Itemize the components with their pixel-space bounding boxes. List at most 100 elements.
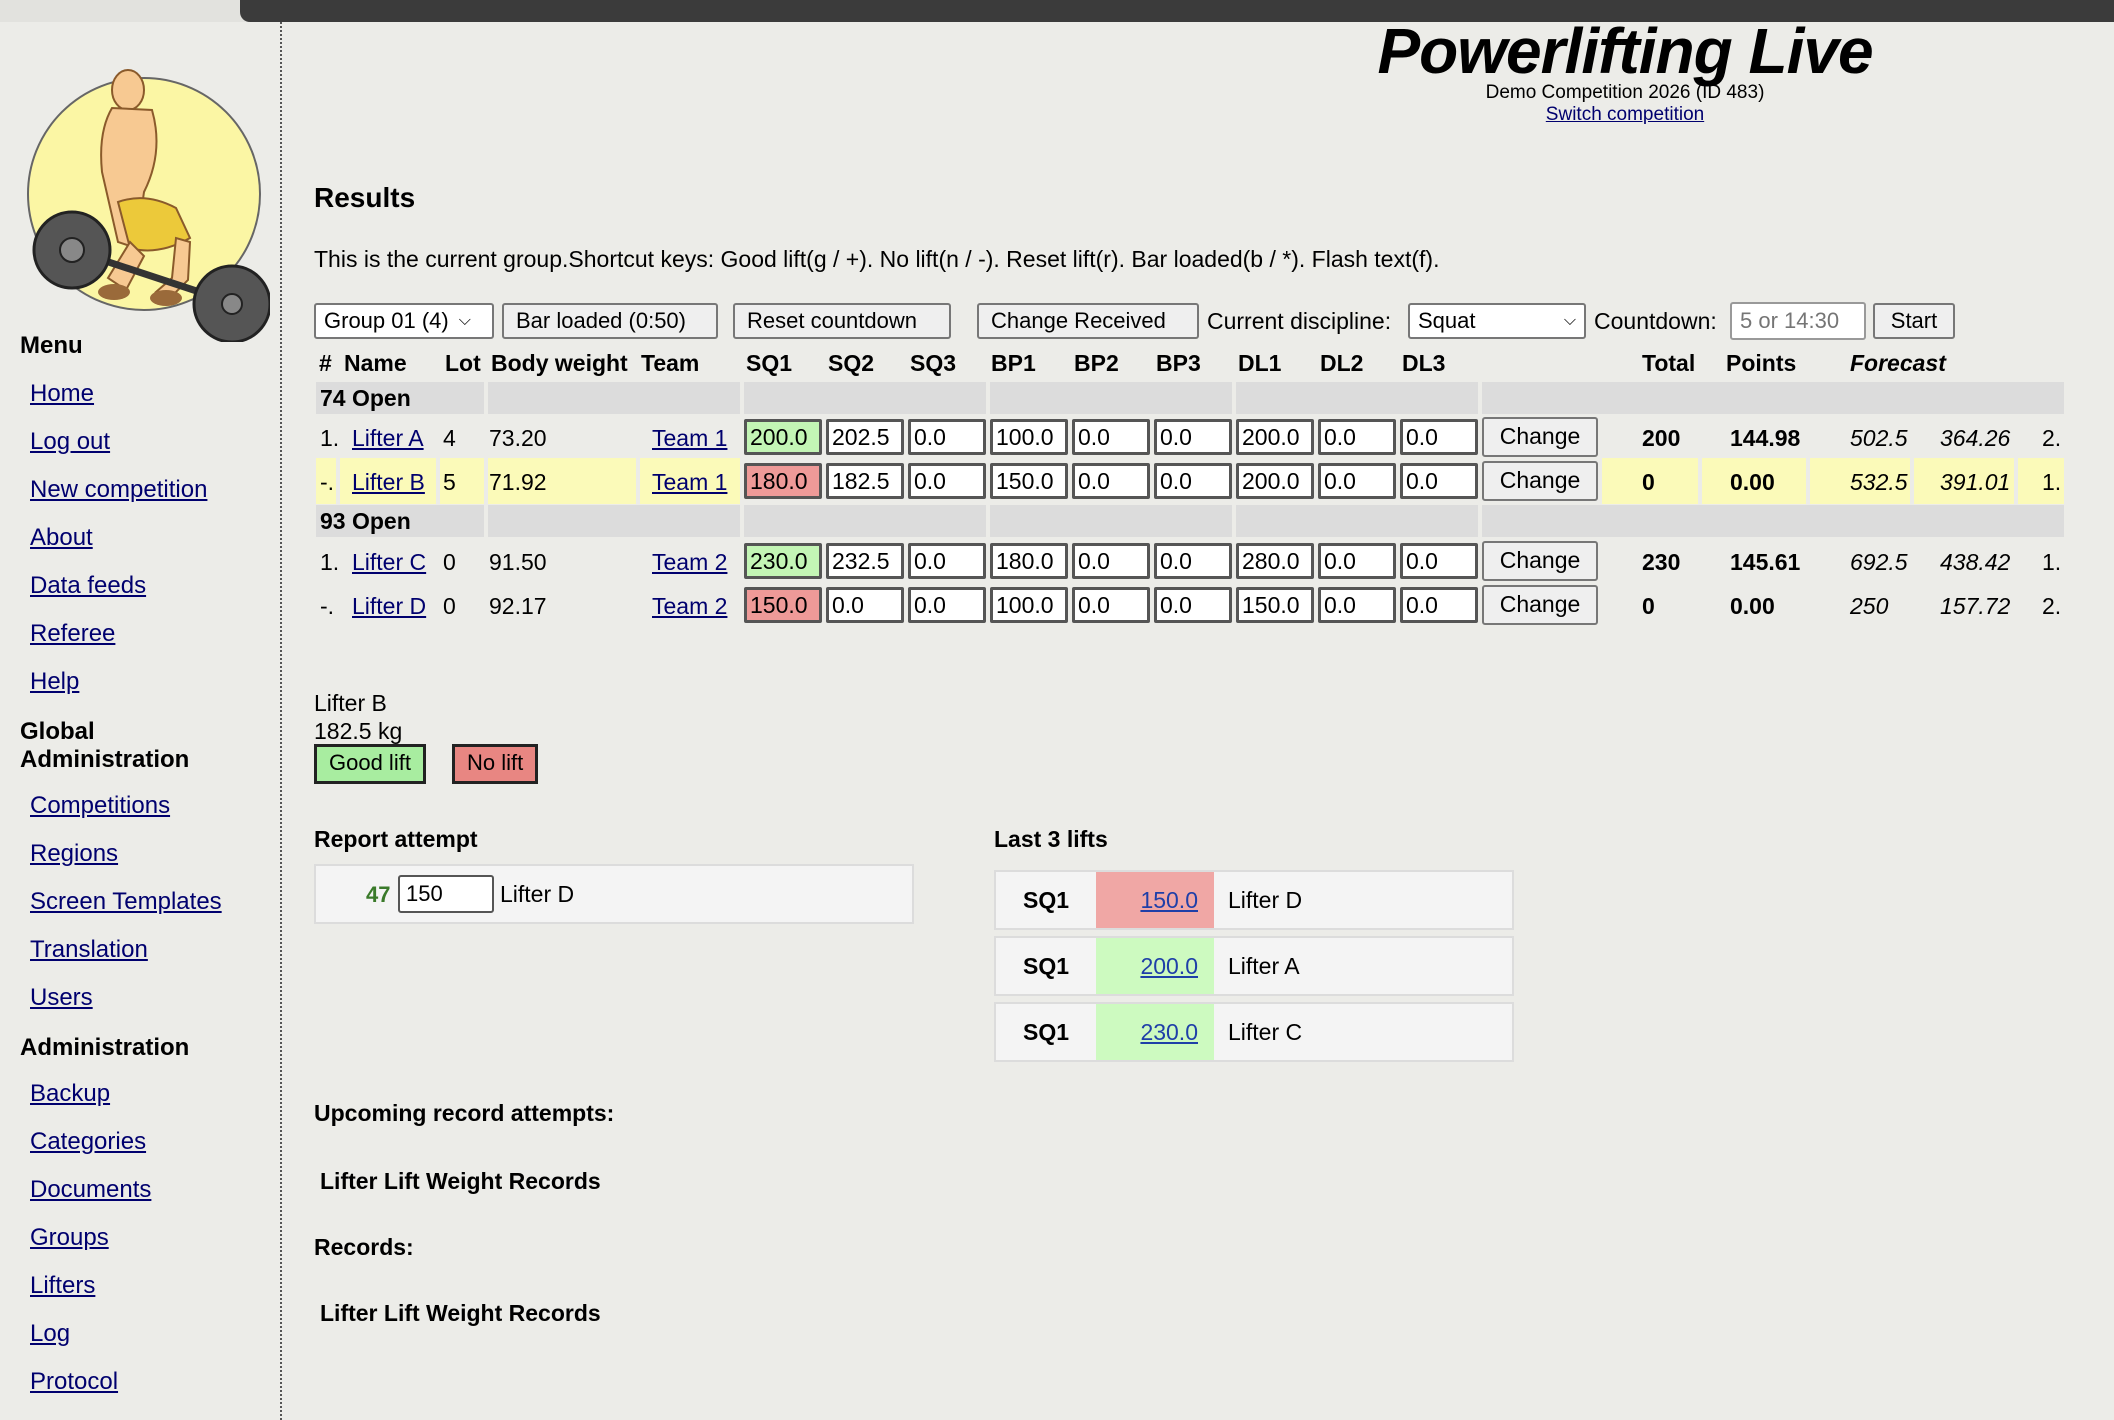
last-lift-weight-link[interactable]: 150.0 — [1140, 887, 1198, 913]
change-received-button[interactable]: Change Received — [977, 303, 1199, 339]
no-lift-button[interactable]: No lift — [452, 744, 539, 784]
sidebar-link-users[interactable]: Users — [30, 984, 93, 1012]
bar-loaded-button[interactable]: Bar loaded (0:50) — [502, 303, 718, 339]
report-attempt-weight-input[interactable]: 150 — [398, 875, 494, 913]
lifter-d-sq2-input[interactable]: 0.0 — [826, 587, 904, 623]
sidebar-link-log[interactable]: Log — [30, 1320, 70, 1348]
lifter-d-forecast-place: 2. — [2042, 593, 2062, 619]
lifter-c-bp2-input[interactable]: 0.0 — [1072, 543, 1150, 579]
lifter-d-dl3-input[interactable]: 0.0 — [1400, 587, 1478, 623]
lifter-c-lot: 0 — [443, 549, 456, 575]
lifter-a-bp2-input[interactable]: 0.0 — [1072, 419, 1150, 455]
lifter-b-team-link[interactable]: Team 1 — [652, 469, 727, 496]
lifter-a-sq1-input[interactable]: 200.0 — [744, 419, 822, 455]
sidebar-link-data-feeds[interactable]: Data feeds — [30, 572, 146, 600]
sidebar-link-new-competition[interactable]: New competition — [30, 476, 207, 504]
lifter-c-forecast-place: 1. — [2042, 549, 2062, 575]
lifter-c-bodyweight: 91.50 — [489, 549, 547, 575]
lifter-d-bodyweight: 92.17 — [489, 593, 547, 619]
lifter-c-bp3-input[interactable]: 0.0 — [1154, 543, 1232, 579]
last-lift-weight-link[interactable]: 230.0 — [1140, 1019, 1198, 1045]
lifter-c-dl2-input[interactable]: 0.0 — [1318, 543, 1396, 579]
lifter-a-dl3-input[interactable]: 0.0 — [1400, 419, 1478, 455]
lifter-b-dl2-input[interactable]: 0.0 — [1318, 463, 1396, 499]
col-header-points: Points — [1726, 350, 1797, 376]
reset-countdown-button[interactable]: Reset countdown — [733, 303, 951, 339]
lifter-c-points: 145.61 — [1730, 549, 1801, 575]
lifter-a-team-link[interactable]: Team 1 — [652, 425, 727, 452]
lifter-d-name-link[interactable]: Lifter D — [352, 593, 426, 620]
lifter-b-sq2-input[interactable]: 182.5 — [826, 463, 904, 499]
lifter-a-bp3-input[interactable]: 0.0 — [1154, 419, 1232, 455]
last-lift-row: SQ1 200.0 Lifter A — [994, 936, 1514, 996]
sidebar-link-screen-templates[interactable]: Screen Templates — [30, 888, 222, 916]
lifter-d-dl2-input[interactable]: 0.0 — [1318, 587, 1396, 623]
sidebar-link-documents[interactable]: Documents — [30, 1176, 151, 1204]
start-button[interactable]: Start — [1873, 303, 1955, 339]
countdown-input[interactable] — [1730, 302, 1866, 340]
sidebar-link-log-out[interactable]: Log out — [30, 428, 110, 456]
category-header-74-open: 74 Open — [320, 385, 411, 411]
lifter-b-name-link[interactable]: Lifter B — [352, 469, 425, 496]
lifter-d-bp2-input[interactable]: 0.0 — [1072, 587, 1150, 623]
lifter-c-sq1-input[interactable]: 230.0 — [744, 543, 822, 579]
lifter-c-sq2-input[interactable]: 232.5 — [826, 543, 904, 579]
results-title: Results — [314, 182, 416, 213]
sidebar-link-competitions[interactable]: Competitions — [30, 792, 170, 820]
last-lift-weight-link[interactable]: 200.0 — [1140, 953, 1198, 979]
lifter-b-sq3-input[interactable]: 0.0 — [908, 463, 986, 499]
good-lift-button[interactable]: Good lift — [314, 744, 426, 784]
lifter-d-bp3-input[interactable]: 0.0 — [1154, 587, 1232, 623]
records-title: Records: — [314, 1234, 414, 1260]
lifter-a-dl1-input[interactable]: 200.0 — [1236, 419, 1314, 455]
lifter-a-dl2-input[interactable]: 0.0 — [1318, 419, 1396, 455]
lifter-d-bp1-input[interactable]: 100.0 — [990, 587, 1068, 623]
lifter-c-name-link[interactable]: Lifter C — [352, 549, 426, 576]
lifter-c-team-link[interactable]: Team 2 — [652, 549, 727, 576]
last-lift-discipline: SQ1 — [1022, 1019, 1070, 1045]
switch-competition-link[interactable]: Switch competition — [1200, 104, 2050, 126]
group-select[interactable]: Group 01 (4) ⌵ — [314, 303, 494, 339]
lifter-a-sq3-input[interactable]: 0.0 — [908, 419, 986, 455]
sidebar-link-protocol[interactable]: Protocol — [30, 1368, 118, 1396]
lifter-b-change-button[interactable]: Change — [1482, 461, 1598, 501]
lifter-c-dl1-input[interactable]: 280.0 — [1236, 543, 1314, 579]
lifter-b-bp3-input[interactable]: 0.0 — [1154, 463, 1232, 499]
lifter-d-forecast-total: 250 — [1850, 593, 1889, 619]
sidebar-link-groups[interactable]: Groups — [30, 1224, 109, 1252]
lifter-c-dl3-input[interactable]: 0.0 — [1400, 543, 1478, 579]
lifter-d-change-button[interactable]: Change — [1482, 585, 1598, 625]
records-columns: Lifter Lift Weight Records — [320, 1300, 601, 1326]
discipline-select[interactable]: Squat ⌵ — [1408, 303, 1586, 339]
lifter-d-dl1-input[interactable]: 150.0 — [1236, 587, 1314, 623]
sidebar-link-categories[interactable]: Categories — [30, 1128, 146, 1156]
upcoming-records-title: Upcoming record attempts: — [314, 1100, 615, 1126]
sidebar-link-regions[interactable]: Regions — [30, 840, 118, 868]
lifter-c-change-button[interactable]: Change — [1482, 541, 1598, 581]
lifter-c-bp1-input[interactable]: 180.0 — [990, 543, 1068, 579]
lifter-a-sq2-input[interactable]: 202.5 — [826, 419, 904, 455]
discipline-select-value: Squat — [1418, 308, 1476, 333]
sidebar-link-lifters[interactable]: Lifters — [30, 1272, 95, 1300]
sidebar-link-backup[interactable]: Backup — [30, 1080, 110, 1108]
lifter-b-bp2-input[interactable]: 0.0 — [1072, 463, 1150, 499]
lifter-b-dl1-input[interactable]: 200.0 — [1236, 463, 1314, 499]
lifter-d-sq3-input[interactable]: 0.0 — [908, 587, 986, 623]
sidebar-link-referee[interactable]: Referee — [30, 620, 115, 648]
sidebar-link-translation[interactable]: Translation — [30, 936, 148, 964]
lifter-b-sq1-input[interactable]: 180.0 — [744, 463, 822, 499]
countdown-label: Countdown: — [1594, 308, 1717, 334]
sidebar-link-home[interactable]: Home — [30, 380, 94, 408]
lifter-b-bp1-input[interactable]: 150.0 — [990, 463, 1068, 499]
lifter-d-team-link[interactable]: Team 2 — [652, 593, 727, 620]
lifter-d-sq1-input[interactable]: 150.0 — [744, 587, 822, 623]
lifter-c-place: 1. — [320, 549, 340, 575]
lifter-b-dl3-input[interactable]: 0.0 — [1400, 463, 1478, 499]
lifter-c-sq3-input[interactable]: 0.0 — [908, 543, 986, 579]
sidebar-link-help[interactable]: Help — [30, 668, 79, 696]
sidebar-link-about[interactable]: About — [30, 524, 93, 552]
lifter-a-lot: 4 — [443, 425, 456, 451]
lifter-a-name-link[interactable]: Lifter A — [352, 425, 424, 452]
lifter-a-change-button[interactable]: Change — [1482, 417, 1598, 457]
lifter-a-bp1-input[interactable]: 100.0 — [990, 419, 1068, 455]
